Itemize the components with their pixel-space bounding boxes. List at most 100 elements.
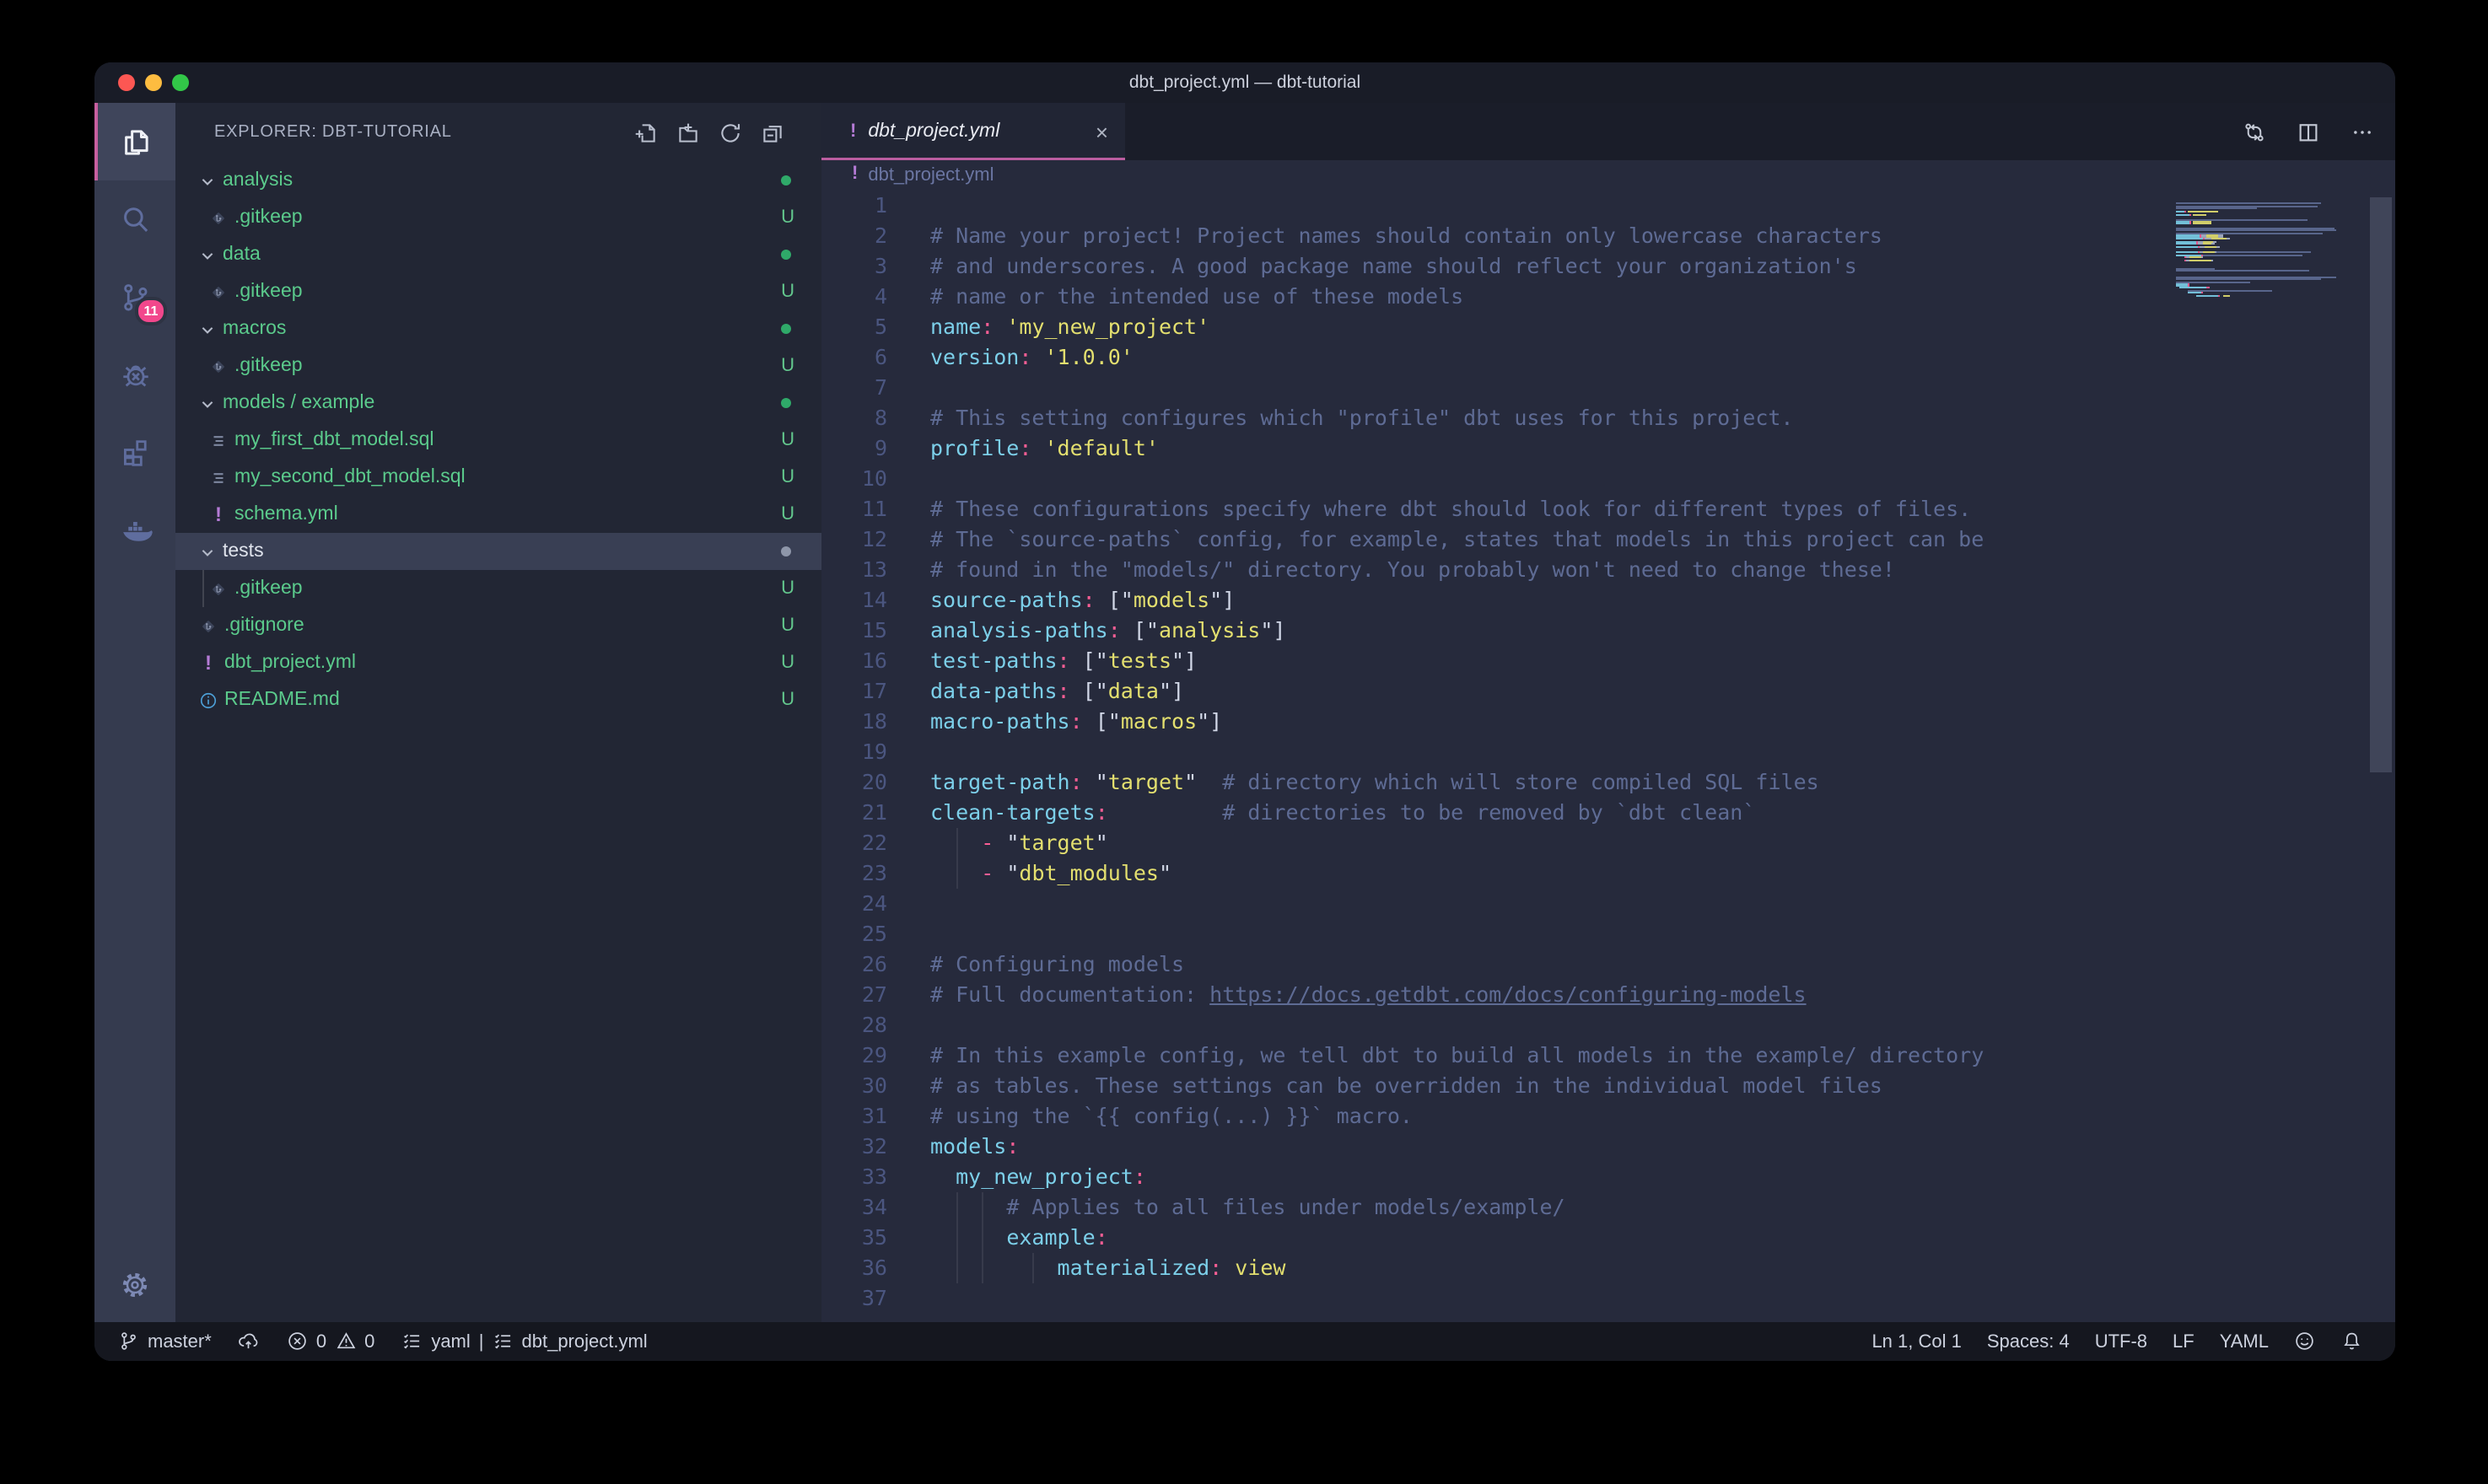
code-line[interactable]: 17data-paths: ["data"] (821, 675, 2395, 706)
code-line[interactable]: 30# as tables. These settings can be ove… (821, 1070, 2395, 1100)
yaml-exclamation-icon: ! (209, 505, 228, 524)
code-line[interactable]: 20target-path: "target" # directory whic… (821, 766, 2395, 797)
code-line[interactable]: 6version: '1.0.0' (821, 341, 2395, 372)
code-line[interactable]: 14source-paths: ["models"] (821, 584, 2395, 615)
tree-folder-tests[interactable]: tests (175, 533, 821, 570)
code-line[interactable]: 1 (821, 190, 2395, 220)
code-line[interactable]: 18macro-paths: ["macros"] (821, 706, 2395, 736)
line-number: 6 (821, 341, 887, 372)
tree-file-dbt-project-yml[interactable]: !dbt_project.ymlU (175, 644, 821, 681)
git-branch-status[interactable]: master* (118, 1331, 212, 1352)
split-editor-icon[interactable] (2296, 119, 2321, 144)
code-line[interactable]: 21clean-targets: # directories to be rem… (821, 797, 2395, 827)
tab-close-icon[interactable]: × (1096, 121, 1108, 142)
cursor-position[interactable]: Ln 1, Col 1 (1871, 1331, 1961, 1352)
line-number: 19 (821, 736, 887, 766)
zoom-window-button[interactable] (172, 74, 189, 91)
tree-file-README-md[interactable]: README.mdU (175, 681, 821, 718)
tree-file--gitkeep[interactable]: .gitkeepU (175, 570, 821, 607)
code-line[interactable]: 32models: (821, 1131, 2395, 1161)
code-line[interactable]: 34 # Applies to all files under models/e… (821, 1191, 2395, 1222)
dbt-status-items[interactable]: yaml | dbt_project.yml (401, 1331, 647, 1352)
tree-item-label: .gitkeep (234, 282, 781, 302)
refresh-icon[interactable] (719, 121, 742, 144)
collapse-all-icon[interactable] (761, 121, 784, 144)
tree-file-schema-yml[interactable]: !schema.ymlU (175, 496, 821, 533)
breadcrumb-filename[interactable]: dbt_project.yml (868, 165, 994, 186)
code-line[interactable]: 7 (821, 372, 2395, 402)
code-line[interactable]: 26# Configuring models (821, 949, 2395, 979)
tree-folder-analysis[interactable]: analysis (175, 162, 821, 199)
problems-status[interactable]: 0 0 (287, 1331, 375, 1352)
git-untracked-badge: U (781, 430, 794, 450)
code-line[interactable]: 28 (821, 1009, 2395, 1040)
code-line[interactable]: 35 example: (821, 1222, 2395, 1252)
code-line[interactable]: 11# These configurations specify where d… (821, 493, 2395, 524)
tree-file--gitkeep[interactable]: .gitkeepU (175, 347, 821, 384)
window-title: dbt_project.yml — dbt-tutorial (94, 73, 2395, 93)
tree-folder-data[interactable]: data (175, 236, 821, 273)
language-mode[interactable]: YAML (2220, 1331, 2269, 1352)
code-line[interactable]: 36 materialized: view (821, 1252, 2395, 1282)
eol-setting[interactable]: LF (2173, 1331, 2195, 1352)
docker-icon[interactable] (94, 491, 175, 568)
tree-file--gitkeep[interactable]: .gitkeepU (175, 199, 821, 236)
code-line[interactable]: 13# found in the "models/" directory. Yo… (821, 554, 2395, 584)
explorer-icon[interactable] (94, 103, 175, 180)
code-text: # Name your project! Project names shoul… (930, 220, 1882, 250)
code-text: source-paths: ["models"] (930, 584, 1235, 615)
code-text: analysis-paths: ["analysis"] (930, 615, 1286, 645)
tree-file--gitkeep[interactable]: .gitkeepU (175, 273, 821, 310)
code-line[interactable]: 12# The `source-paths` config, for examp… (821, 524, 2395, 554)
code-line[interactable]: 22 - "target" (821, 827, 2395, 858)
code-line[interactable]: 5name: 'my_new_project' (821, 311, 2395, 341)
code-text: name: 'my_new_project' (930, 311, 1209, 341)
indentation-setting[interactable]: Spaces: 4 (1987, 1331, 2070, 1352)
tree-folder-macros[interactable]: macros (175, 310, 821, 347)
breadcrumb[interactable]: ! dbt_project.yml (821, 160, 2395, 190)
scrollbar-thumb[interactable] (2370, 196, 2392, 772)
minimap[interactable] (2176, 200, 2365, 300)
code-line[interactable]: 3# and underscores. A good package name … (821, 250, 2395, 281)
more-actions-icon[interactable] (2350, 119, 2375, 144)
minimize-window-button[interactable] (145, 74, 162, 91)
code-line[interactable]: 33 my_new_project: (821, 1161, 2395, 1191)
code-line[interactable]: 9profile: 'default' (821, 433, 2395, 463)
source-control-icon[interactable]: 11 (94, 258, 175, 336)
feedback-smiley-icon[interactable] (2294, 1331, 2315, 1352)
new-folder-icon[interactable] (676, 121, 700, 144)
open-changes-icon[interactable] (2242, 119, 2267, 144)
vertical-scrollbar[interactable] (2367, 190, 2395, 1322)
tree-folder-models-example[interactable]: models / example (175, 384, 821, 422)
run-debug-icon[interactable] (94, 336, 175, 413)
code-line[interactable]: 2# Name your project! Project names shou… (821, 220, 2395, 250)
extensions-icon[interactable] (94, 413, 175, 491)
encoding-setting[interactable]: UTF-8 (2095, 1331, 2147, 1352)
tab-dbt-project-yml[interactable]: ! dbt_project.yml × (821, 103, 1125, 160)
code-line[interactable]: 15analysis-paths: ["analysis"] (821, 615, 2395, 645)
publish-changes-button[interactable] (239, 1331, 260, 1352)
code-line[interactable]: 8# This setting configures which "profil… (821, 402, 2395, 433)
notifications-bell-icon[interactable] (2340, 1331, 2361, 1352)
code-editor[interactable]: 12# Name your project! Project names sho… (821, 190, 2395, 1322)
code-line[interactable]: 4# name or the intended use of these mod… (821, 281, 2395, 311)
code-line[interactable]: 37 (821, 1282, 2395, 1313)
code-line[interactable]: 24 (821, 888, 2395, 918)
code-line[interactable]: 16test-paths: ["tests"] (821, 645, 2395, 675)
indent-guide (956, 858, 957, 888)
tree-file--gitignore[interactable]: .gitignoreU (175, 607, 821, 644)
code-line[interactable]: 23 - "dbt_modules" (821, 858, 2395, 888)
new-file-icon[interactable] (634, 121, 658, 144)
code-line[interactable]: 29# In this example config, we tell dbt … (821, 1040, 2395, 1070)
code-line[interactable]: 19 (821, 736, 2395, 766)
settings-gear-icon[interactable] (94, 1248, 175, 1322)
close-window-button[interactable] (118, 74, 135, 91)
code-line[interactable]: 27# Full documentation: https://docs.get… (821, 979, 2395, 1009)
indent-guide (956, 1191, 957, 1222)
tree-file-my-first-dbt-model-sql[interactable]: my_first_dbt_model.sqlU (175, 422, 821, 459)
code-line[interactable]: 10 (821, 463, 2395, 493)
code-line[interactable]: 25 (821, 918, 2395, 949)
tree-file-my-second-dbt-model-sql[interactable]: my_second_dbt_model.sqlU (175, 459, 821, 496)
search-icon[interactable] (94, 180, 175, 258)
code-line[interactable]: 31# using the `{{ config(...) }}` macro. (821, 1100, 2395, 1131)
